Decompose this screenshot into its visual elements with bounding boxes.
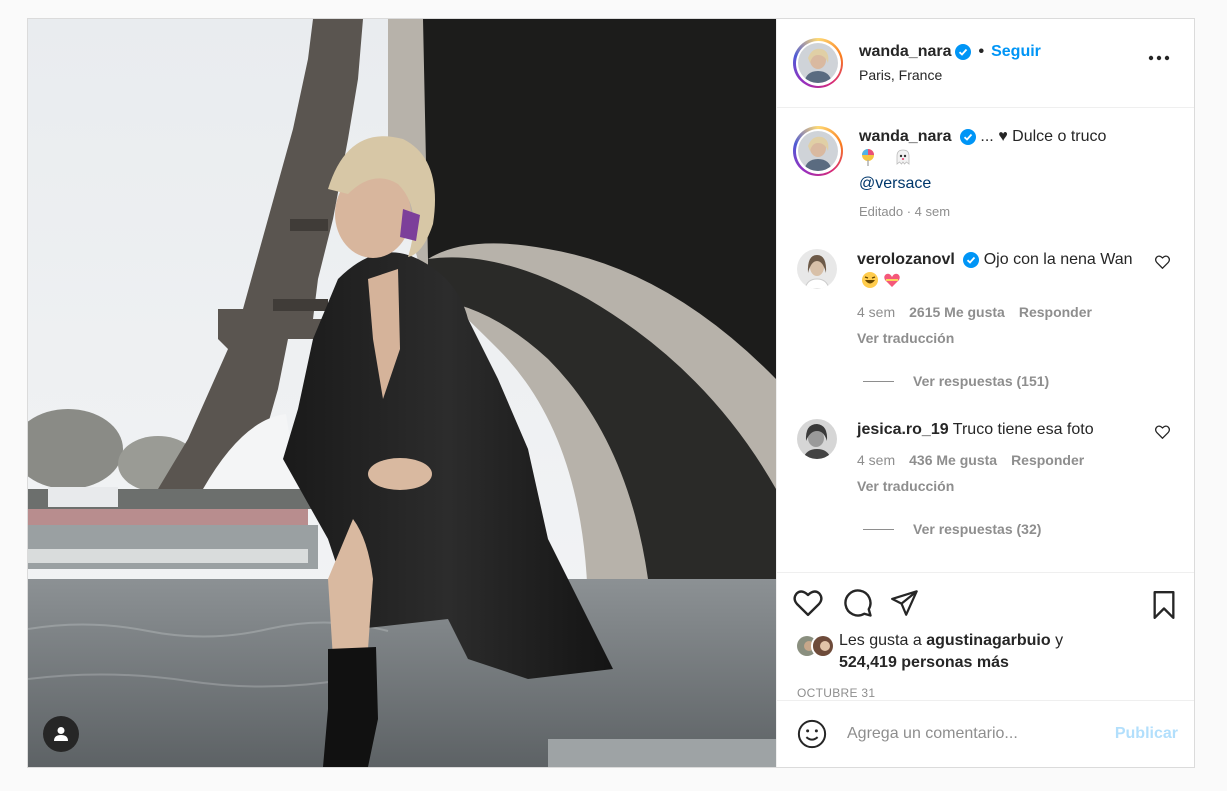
comment-reply-button[interactable]: Responder xyxy=(1011,449,1084,471)
comment-avatar[interactable] xyxy=(797,419,837,459)
comment-username[interactable]: verolozanovl xyxy=(857,251,955,268)
comment-like-heart-icon[interactable] xyxy=(1155,425,1170,439)
heart-ribbon-emoji-icon xyxy=(884,273,901,287)
comment-input[interactable] xyxy=(847,725,1115,743)
comments-section[interactable]: wanda_nara ... ♥ Dulce o truco @versace … xyxy=(777,108,1194,572)
view-replies-button[interactable]: Ver respuestas (32) xyxy=(863,521,1178,537)
publish-button[interactable]: Publicar xyxy=(1115,725,1178,743)
likes-count-button[interactable]: 524,419 personas más xyxy=(839,654,1009,671)
author-username[interactable]: wanda_nara xyxy=(859,43,951,61)
comment-icon xyxy=(844,588,872,617)
liker-username[interactable]: agustinagarbuio xyxy=(926,632,1050,649)
photo-illustration xyxy=(28,19,776,767)
save-button[interactable] xyxy=(1152,591,1176,624)
comment-reply-button[interactable]: Responder xyxy=(1019,301,1092,323)
replies-line xyxy=(863,380,894,382)
post-caption: wanda_nara ... ♥ Dulce o truco @versace … xyxy=(793,126,1178,223)
post-sidebar: wanda_nara • Seguir Paris, France wanda_… xyxy=(776,19,1194,767)
likes-summary: Les gusta a agustinagarbuio y 524,419 pe… xyxy=(777,632,1194,674)
translate-button[interactable]: Ver traducción xyxy=(857,327,1147,349)
post-date[interactable]: OCTUBRE 31 xyxy=(777,674,1194,700)
caption-text: Dulce o truco xyxy=(1012,128,1107,145)
laughing-emoji-icon xyxy=(862,272,878,288)
comment-like-heart-icon[interactable] xyxy=(1155,255,1170,269)
heart-icon xyxy=(793,589,823,616)
avatar xyxy=(798,43,838,83)
post-photo[interactable] xyxy=(28,19,776,767)
comment-time: 4 sem xyxy=(857,304,896,320)
share-button[interactable] xyxy=(891,589,919,616)
view-replies-button[interactable]: Ver respuestas (151) xyxy=(863,373,1178,389)
comment-time: 4 sem xyxy=(857,452,896,468)
caption-meta: Editado · 4 sem xyxy=(859,204,951,219)
caption-avatar[interactable] xyxy=(793,126,843,176)
comment-text: Truco tiene esa foto xyxy=(952,421,1094,438)
caption-mention-link[interactable]: @versace xyxy=(859,173,1106,195)
translate-button[interactable]: Ver traducción xyxy=(857,475,1147,497)
caption-ellipsis: ... xyxy=(980,128,994,145)
black-heart-emoji: ♥ xyxy=(998,128,1008,145)
like-button[interactable] xyxy=(793,589,823,617)
user-tag-icon xyxy=(54,727,68,741)
caption-emojis xyxy=(859,148,1106,173)
bookmark-icon xyxy=(1153,591,1175,619)
verified-badge-icon xyxy=(959,128,976,145)
ghost-emoji-icon xyxy=(896,149,910,165)
comment-item: verolozanovl Ojo con la nena Wan 4 sem 2… xyxy=(793,249,1178,349)
likes-connector: y xyxy=(1055,632,1064,649)
comment-likes-button[interactable]: 2615 Me gusta xyxy=(909,301,1005,323)
comment-username[interactable]: jesica.ro_19 xyxy=(857,421,949,438)
caption-username[interactable]: wanda_nara xyxy=(859,128,951,145)
story-ring[interactable] xyxy=(793,38,843,88)
comment-meta: 4 sem 436 Me gusta Responder xyxy=(857,449,1147,471)
verified-badge-icon xyxy=(955,44,972,60)
comment-meta: 4 sem 2615 Me gusta Responder xyxy=(857,301,1147,323)
user-tag-button[interactable] xyxy=(43,716,79,752)
comment-text: Ojo con la nena Wan xyxy=(983,251,1133,268)
follow-button[interactable]: Seguir xyxy=(991,43,1041,61)
view-replies-label: Ver respuestas (32) xyxy=(913,521,1042,537)
comment-likes-button[interactable]: 436 Me gusta xyxy=(909,449,997,471)
comment-button[interactable] xyxy=(843,588,873,618)
post-actions xyxy=(777,572,1194,632)
separator-dot: • xyxy=(978,43,985,60)
share-icon xyxy=(891,589,918,616)
more-options-icon[interactable] xyxy=(1148,55,1170,61)
comment-avatar[interactable] xyxy=(797,249,837,289)
replies-line xyxy=(863,528,894,530)
emoji-icon[interactable] xyxy=(797,719,827,749)
verified-badge-icon xyxy=(963,251,980,268)
post-location[interactable]: Paris, France xyxy=(859,67,1041,83)
lollipop-emoji-icon xyxy=(862,149,874,166)
view-replies-label: Ver respuestas (151) xyxy=(913,373,1050,389)
comment-composer: Publicar xyxy=(777,700,1194,767)
comment-item: jesica.ro_19 Truco tiene esa foto 4 sem … xyxy=(793,419,1178,497)
likes-prefix: Les gusta a xyxy=(839,632,922,649)
post-card: wanda_nara • Seguir Paris, France wanda_… xyxy=(27,18,1195,768)
likers-avatars xyxy=(793,634,839,674)
post-header: wanda_nara • Seguir Paris, France xyxy=(777,19,1194,108)
